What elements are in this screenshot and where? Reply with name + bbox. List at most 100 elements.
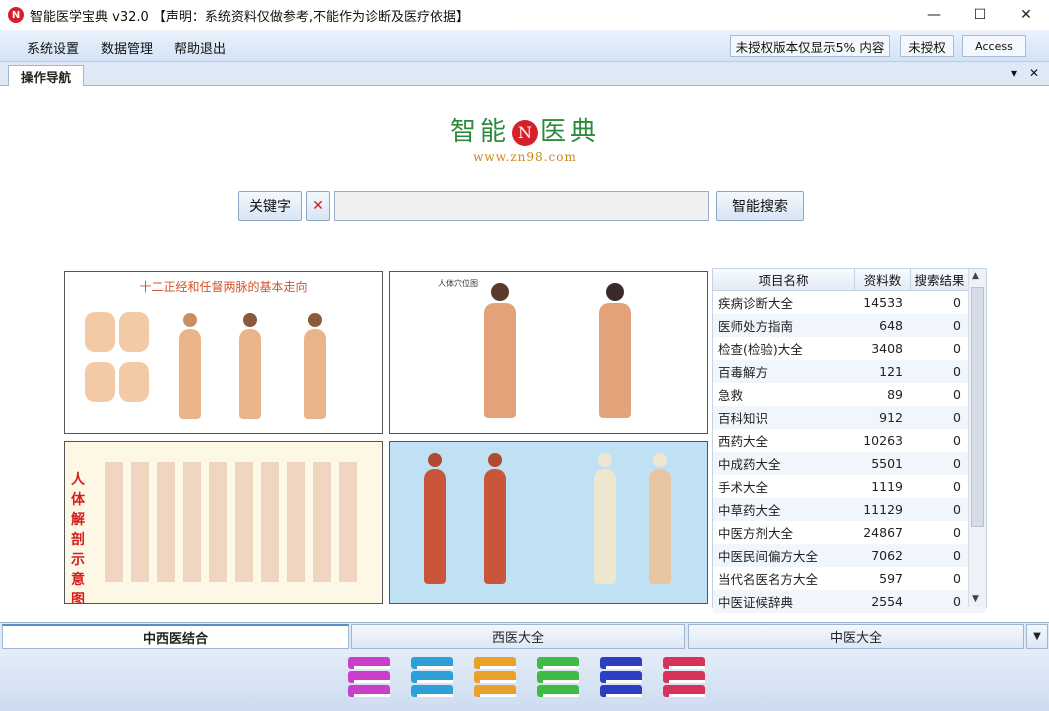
book-stack-icon[interactable] (596, 657, 646, 701)
menu-system-settings[interactable]: 系统设置 (27, 38, 79, 57)
access-mode[interactable]: Access (962, 35, 1026, 57)
table-row[interactable]: 中医证候辞典 2554 0 (713, 590, 986, 613)
clear-search-icon[interactable]: ✕ (306, 191, 330, 221)
book-stack-icon[interactable] (659, 657, 709, 701)
category-table: 项目名称 资料数 搜索结果 疾病诊断大全 14533 0 医师处方指南 648 0 检查(检… (712, 268, 987, 613)
cell-name: 当代名医名方大全 (718, 572, 819, 587)
muscle-skeleton-panel[interactable] (389, 441, 708, 604)
keyword-button[interactable]: 关键字 (238, 191, 302, 221)
cell-results: 0 (953, 341, 961, 356)
cell-count: 10263 (863, 433, 903, 448)
logo-circle-icon: N (512, 120, 538, 146)
brand-logo: 智能 N 医典 www.zn98.com (445, 116, 605, 172)
tab-dropdown-icon[interactable]: ▾ (1011, 66, 1017, 80)
tab-integrated-medicine[interactable]: 中西医结合 (2, 624, 349, 649)
vertical-scrollbar[interactable]: ▲ ▼ (968, 269, 986, 607)
panel-caption: 人体解剖示意图 (71, 472, 85, 604)
cell-count: 14533 (863, 295, 903, 310)
col-header-results[interactable]: 搜索结果 (911, 269, 969, 290)
cell-results: 0 (953, 410, 961, 425)
muscle-figure (420, 453, 450, 593)
body-figure (235, 313, 265, 423)
app-logo-icon: N (8, 7, 24, 23)
minimize-button[interactable]: — (911, 0, 957, 30)
cell-name: 检查(检验)大全 (718, 342, 803, 357)
meridian-chart-panel[interactable]: 十二正经和任督两脉的基本走向 (64, 271, 383, 434)
col-header-count[interactable]: 资料数 (855, 269, 911, 290)
cell-results: 0 (953, 571, 961, 586)
cell-name: 急救 (718, 388, 744, 403)
panel-caption: 人体穴位图 (438, 279, 478, 288)
book-shortcuts (0, 649, 1049, 711)
table-row[interactable]: 中医民间偏方大全 7062 0 (713, 544, 986, 567)
organ-diagram-grid (105, 462, 365, 582)
title-bar: N 智能医学宝典 v32.0 【声明：系统资料仅做参考,不能作为诊断及医疗依据】… (0, 0, 1049, 30)
cell-name: 百科知识 (718, 411, 769, 426)
cell-name: 中草药大全 (718, 503, 781, 518)
tab-chinese-medicine[interactable]: 中医大全 (688, 624, 1024, 649)
cell-count: 11129 (863, 502, 903, 517)
table-row[interactable]: 中医方剂大全 24867 0 (713, 521, 986, 544)
book-stack-icon[interactable] (533, 657, 583, 701)
logo-text-right: 医典 (540, 117, 601, 147)
anatomy-chart-panel[interactable]: 人体解剖示意图 (64, 441, 383, 604)
menu-data-management[interactable]: 数据管理 (101, 38, 153, 57)
license-notice: 未授权版本仅显示5% 内容 (730, 35, 890, 57)
nav-tab-strip: 操作导航 ▾ ✕ (0, 62, 1049, 87)
table-row[interactable]: 手术大全 1119 0 (713, 475, 986, 498)
tab-navigation[interactable]: 操作导航 (8, 65, 84, 87)
table-row[interactable]: 检查(检验)大全 3408 0 (713, 337, 986, 360)
table-row[interactable]: 当代名医名方大全 597 0 (713, 567, 986, 590)
scroll-down-icon[interactable]: ▼ (972, 594, 979, 604)
menu-help-exit[interactable]: 帮助退出 (174, 38, 226, 57)
cell-name: 手术大全 (718, 480, 769, 495)
cell-results: 0 (953, 433, 961, 448)
col-header-name[interactable]: 项目名称 (713, 269, 855, 290)
table-row[interactable]: 医师处方指南 648 0 (713, 314, 986, 337)
table-row[interactable]: 西药大全 10263 0 (713, 429, 986, 452)
cell-results: 0 (953, 318, 961, 333)
logo-text-left: 智能 (449, 117, 510, 147)
tab-overflow-icon[interactable]: ▼ (1026, 624, 1048, 649)
body-figure (480, 283, 520, 423)
cell-count: 89 (887, 387, 903, 402)
tab-western-medicine[interactable]: 西医大全 (351, 624, 685, 649)
bottom-tab-strip: 中西医结合 西医大全 中医大全 ▼ (0, 622, 1049, 649)
tab-close-icon[interactable]: ✕ (1029, 66, 1039, 80)
cell-count: 7062 (871, 548, 903, 563)
table-row[interactable]: 百毒解方 121 0 (713, 360, 986, 383)
scroll-up-icon[interactable]: ▲ (972, 271, 979, 281)
cell-count: 121 (879, 364, 903, 379)
table-row[interactable]: 百科知识 912 0 (713, 406, 986, 429)
smart-search-button[interactable]: 智能搜索 (716, 191, 804, 221)
license-status[interactable]: 未授权 (900, 35, 954, 57)
cell-count: 1119 (871, 479, 903, 494)
skeleton-figure (645, 453, 675, 593)
cell-name: 中医方剂大全 (718, 526, 794, 541)
table-row[interactable]: 中成药大全 5501 0 (713, 452, 986, 475)
cell-results: 0 (953, 548, 961, 563)
close-button[interactable]: ✕ (1003, 0, 1049, 30)
acupoint-chart-panel[interactable]: 人体穴位图 (389, 271, 708, 434)
table-row[interactable]: 中草药大全 11129 0 (713, 498, 986, 521)
table-row[interactable]: 疾病诊断大全 14533 0 (713, 291, 986, 314)
cell-name: 百毒解方 (718, 365, 769, 380)
cell-name: 疾病诊断大全 (718, 296, 794, 311)
maximize-button[interactable]: ☐ (957, 0, 1003, 30)
book-stack-icon[interactable] (407, 657, 457, 701)
skeleton-figure (590, 453, 620, 593)
cell-name: 中成药大全 (718, 457, 781, 472)
table-row[interactable]: 急救 89 0 (713, 383, 986, 406)
cell-count: 597 (879, 571, 903, 586)
body-figure (175, 313, 205, 423)
search-input[interactable] (334, 191, 709, 221)
book-stack-icon[interactable] (470, 657, 520, 701)
book-stack-icon[interactable] (344, 657, 394, 701)
hand-foot-illustration (85, 312, 155, 412)
scroll-thumb[interactable] (971, 287, 984, 527)
body-figure (300, 313, 330, 423)
cell-count: 912 (879, 410, 903, 425)
window-title: 智能医学宝典 v32.0 【声明：系统资料仅做参考,不能作为诊断及医疗依据】 (30, 9, 470, 25)
cell-count: 3408 (871, 341, 903, 356)
main-panel: 智能 N 医典 www.zn98.com 关键字 ✕ 智能搜索 十二正经和任督两脉的… (0, 86, 1049, 622)
